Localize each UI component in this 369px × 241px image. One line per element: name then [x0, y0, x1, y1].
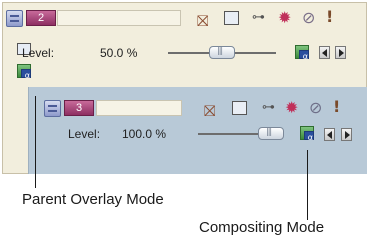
exclamation-icon: ! — [333, 97, 341, 116]
track-name-field[interactable] — [57, 10, 181, 26]
track-number-badge: 3 — [64, 100, 94, 116]
track-name-field[interactable] — [96, 100, 182, 116]
track-motion-icon[interactable] — [224, 11, 239, 25]
fx-icon[interactable]: ✹ — [278, 8, 291, 27]
compositing-mode-caption: Compositing Mode — [199, 219, 325, 236]
remove-fx-icon[interactable]: ⛝ — [204, 102, 215, 120]
track-expand-icon[interactable] — [6, 10, 23, 27]
level-slider-thumb[interactable] — [209, 46, 235, 59]
next-keyframe-button[interactable] — [341, 128, 352, 141]
chain-icon[interactable]: ⊶ — [252, 10, 265, 25]
exclamation-icon: ! — [326, 7, 334, 26]
level-slider-thumb[interactable] — [258, 127, 284, 140]
parent-overlay-pointer-line — [35, 96, 36, 188]
bypass-icon[interactable]: ⊘ — [309, 98, 322, 117]
compositing-pointer-line — [307, 150, 308, 220]
track-motion-icon[interactable] — [232, 101, 247, 115]
level-value: 50.0 % — [100, 46, 138, 60]
fx-icon[interactable]: ✹ — [285, 98, 298, 117]
next-keyframe-button[interactable] — [335, 46, 346, 59]
prev-keyframe-button[interactable] — [319, 46, 330, 59]
track-number-badge: 2 — [26, 10, 56, 26]
prev-keyframe-button[interactable] — [324, 128, 335, 141]
parent-overlay-mode-caption: Parent Overlay Mode — [22, 191, 164, 208]
compositing-mode-icon[interactable] — [295, 45, 309, 61]
level-label: Level: — [22, 46, 55, 60]
bypass-icon[interactable]: ⊘ — [302, 8, 315, 27]
track-expand-icon[interactable] — [44, 100, 61, 117]
remove-fx-icon[interactable]: ⛝ — [197, 12, 208, 30]
level-label: Level: — [68, 127, 101, 141]
compositing-mode-icon[interactable] — [300, 126, 314, 142]
chain-icon[interactable]: ⊶ — [262, 100, 275, 115]
parent-overlay-mode-icon[interactable] — [17, 64, 31, 80]
level-value: 100.0 % — [122, 127, 167, 141]
